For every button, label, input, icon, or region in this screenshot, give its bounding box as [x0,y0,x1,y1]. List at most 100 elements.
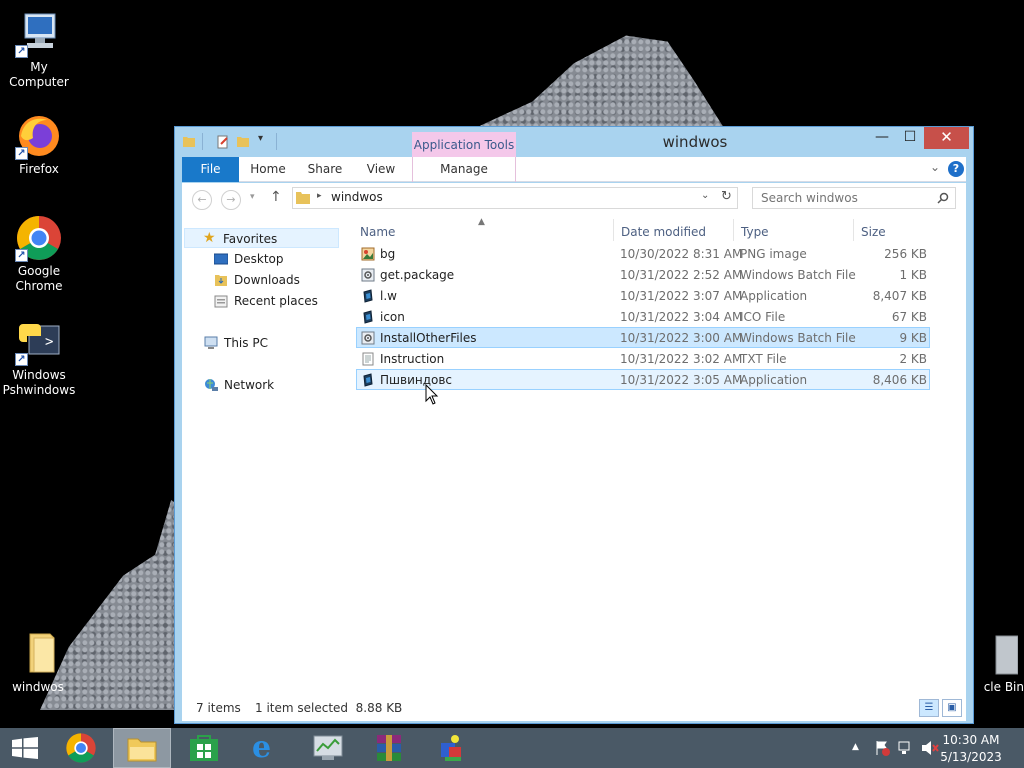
details-view-button[interactable]: ☰ [919,699,939,717]
application-icon [363,289,373,303]
file-type: Application [740,289,808,303]
explorer-window: ▾ Application Tools windwos — ☐ ✕ File H… [174,126,974,724]
divider [276,133,277,150]
column-divider[interactable] [613,219,614,241]
file-date-modified: 10/31/2022 3:02 AM [620,352,743,366]
nav-this-pc[interactable]: This PC [202,333,352,353]
file-row[interactable]: l.w 10/31/2022 3:07 AM Application 8,407 KB [356,285,930,306]
tab-home[interactable]: Home [244,157,292,182]
nav-downloads[interactable]: Downloads [212,270,352,290]
taskbar-clock[interactable]: 10:30 AM 5/13/2023 [936,732,1006,766]
star-icon: ★ [203,230,216,246]
desktop-icon-pshwindows[interactable]: > ↗ Windows Pshwindows [0,318,79,398]
chrome-icon: ↗ [15,214,63,262]
address-field[interactable]: ▸ windwos ⌄ ↻ [292,187,738,209]
nav-recent-places[interactable]: Recent places [212,291,352,311]
desktop-icon-chrome[interactable]: ↗ Google Chrome [0,214,79,294]
file-size: 8,406 KB [872,373,927,387]
new-folder-icon[interactable] [236,135,250,149]
file-row[interactable]: Пшвиндовс 10/31/2022 3:05 AM Application 8,… [356,369,930,390]
png-image-icon [361,247,375,261]
file-name: get.package [380,268,455,282]
desktop-icon-firefox[interactable]: ↗ Firefox [0,112,79,177]
taskbar-task-manager[interactable] [299,728,357,768]
column-header-size[interactable]: Size [861,223,886,241]
file-row[interactable]: Instruction 10/31/2022 3:02 AM TXT File 2 K… [356,348,930,369]
search-input[interactable] [761,190,931,206]
file-type: Application [740,373,808,387]
taskbar-app[interactable] [423,728,481,768]
back-button[interactable]: ← [192,190,212,210]
computer-icon: ↗ [15,10,63,58]
start-button[interactable] [0,728,50,768]
clock-date: 5/13/2023 [940,750,1002,764]
recycle-bin-icon [970,630,1019,678]
taskbar-file-explorer[interactable] [113,728,171,768]
search-box[interactable] [752,187,956,209]
desktop-icon [214,253,228,265]
desktop-icon-my-computer[interactable]: ↗ My Computer [0,10,79,90]
taskbar-chrome[interactable] [52,728,110,768]
maximize-button[interactable]: ☐ [897,127,923,149]
action-center-flag-icon[interactable] [874,740,890,756]
show-hidden-icons-button[interactable]: ▲ [852,742,859,752]
desktop-icon-label: windwos [12,680,64,694]
column-divider[interactable] [733,219,734,241]
file-name: InstallOtherFiles [380,331,477,345]
nav-label: Downloads [234,273,300,287]
mouse-cursor-icon [425,384,439,405]
tab-view[interactable]: View [358,157,404,182]
minimize-button[interactable]: — [868,127,896,149]
taskbar-internet-explorer[interactable]: e [237,728,295,768]
nav-favorites[interactable]: ★ Favorites [184,228,339,248]
desktop: ↗ My Computer ↗ Firefox ↗ Google Chrome … [0,0,1024,768]
tab-share[interactable]: Share [300,157,350,182]
svg-text:>: > [45,334,53,350]
taskbar-store[interactable] [175,728,233,768]
desktop-icon-label: Google Chrome [15,264,63,293]
tab-manage[interactable]: Manage [412,157,516,182]
file-type: TXT File [740,352,787,366]
file-date-modified: 10/31/2022 3:07 AM [620,289,743,303]
internet-explorer-icon: e [252,730,272,765]
file-size: 256 KB [884,247,927,261]
nav-desktop[interactable]: Desktop [212,249,352,269]
divider [202,133,203,150]
desktop-icon-windwos-folder[interactable]: windwos [0,630,78,695]
file-row[interactable]: icon 10/31/2022 3:04 AM ICO File 67 KB [356,306,930,327]
nav-network[interactable]: Network [202,375,352,395]
nav-label: Network [224,378,275,392]
window-titlebar[interactable]: ▾ Application Tools windwos — ☐ ✕ [175,127,973,158]
file-name: icon [380,310,405,324]
nav-label: Desktop [234,252,284,266]
breadcrumb-windwos[interactable]: windwos [331,190,383,204]
column-divider[interactable] [853,219,854,241]
forward-button[interactable]: → [221,190,241,210]
tab-file[interactable]: File [182,157,239,182]
up-button[interactable]: ↑ [270,189,282,205]
column-header-type[interactable]: Type [741,223,769,241]
qat-dropdown-icon[interactable]: ▾ [258,133,263,144]
expand-ribbon-icon[interactable]: ⌄ [930,160,940,174]
help-icon[interactable]: ? [948,161,964,177]
ico-file-icon [363,310,373,324]
clock-time: 10:30 AM [942,733,1000,747]
column-header-date-modified[interactable]: Date modified [621,223,706,241]
address-dropdown-icon[interactable]: ⌄ [701,190,709,201]
sort-ascending-icon: ▲ [478,217,485,227]
file-row[interactable]: get.package 10/31/2022 2:52 AM Windows Bat… [356,264,930,285]
file-name: Instruction [380,352,445,366]
network-status-icon[interactable] [898,740,914,756]
refresh-icon[interactable]: ↻ [721,189,732,204]
recent-locations-icon[interactable]: ▾ [250,192,255,202]
file-row[interactable]: bg 10/30/2022 8:31 AM PNG image 256 KB [356,243,930,264]
column-header-name[interactable]: Name [360,223,395,241]
search-icon[interactable] [937,192,949,204]
file-date-modified: 10/30/2022 8:31 AM [620,247,743,261]
large-icons-view-button[interactable]: ▣ [942,699,962,717]
properties-icon[interactable] [216,135,230,149]
taskbar-winrar[interactable] [360,728,418,768]
close-button[interactable]: ✕ [924,127,969,149]
nav-label: This PC [224,336,268,350]
file-row[interactable]: InstallOtherFiles 10/31/2022 3:00 AM Windo… [356,327,930,348]
